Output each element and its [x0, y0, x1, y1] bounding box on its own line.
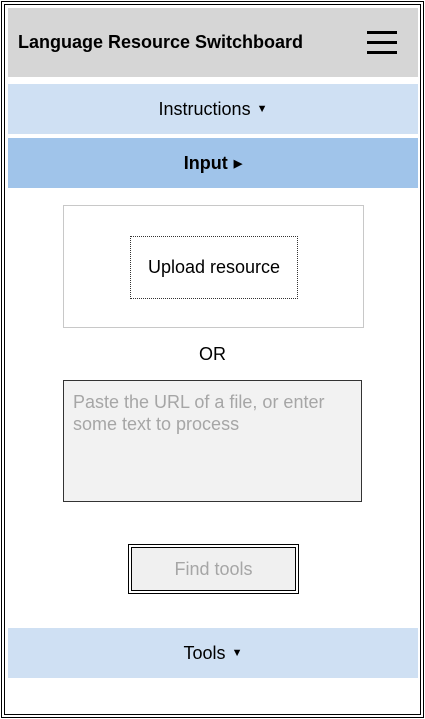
menu-line-top	[367, 31, 397, 34]
app-header: Language Resource Switchboard	[8, 8, 418, 77]
or-separator: OR	[199, 344, 226, 364]
caret-right-icon: ▶	[233, 157, 243, 170]
input-label: Input	[183, 152, 228, 173]
url-text-input[interactable]	[63, 380, 362, 502]
app-title: Language Resource Switchboard	[18, 32, 304, 52]
caret-down-icon: ▼	[231, 647, 243, 659]
upload-resource-button[interactable]: Upload resource	[130, 236, 298, 299]
upload-dropzone[interactable]: Upload resource	[63, 205, 364, 328]
menu-line-middle	[367, 41, 397, 44]
instructions-section-toggle[interactable]: Instructions ▼	[8, 84, 418, 134]
tools-label: Tools	[183, 642, 226, 663]
find-tools-button[interactable]: Find tools	[128, 544, 299, 594]
find-tools-label: Find tools	[131, 547, 296, 591]
instructions-label: Instructions	[158, 98, 251, 119]
input-section-toggle[interactable]: Input ▶	[8, 138, 418, 188]
caret-down-icon: ▼	[256, 103, 268, 115]
hamburger-menu-icon[interactable]	[367, 31, 397, 55]
menu-line-bottom	[367, 51, 397, 54]
tools-section-toggle[interactable]: Tools ▼	[8, 628, 418, 678]
